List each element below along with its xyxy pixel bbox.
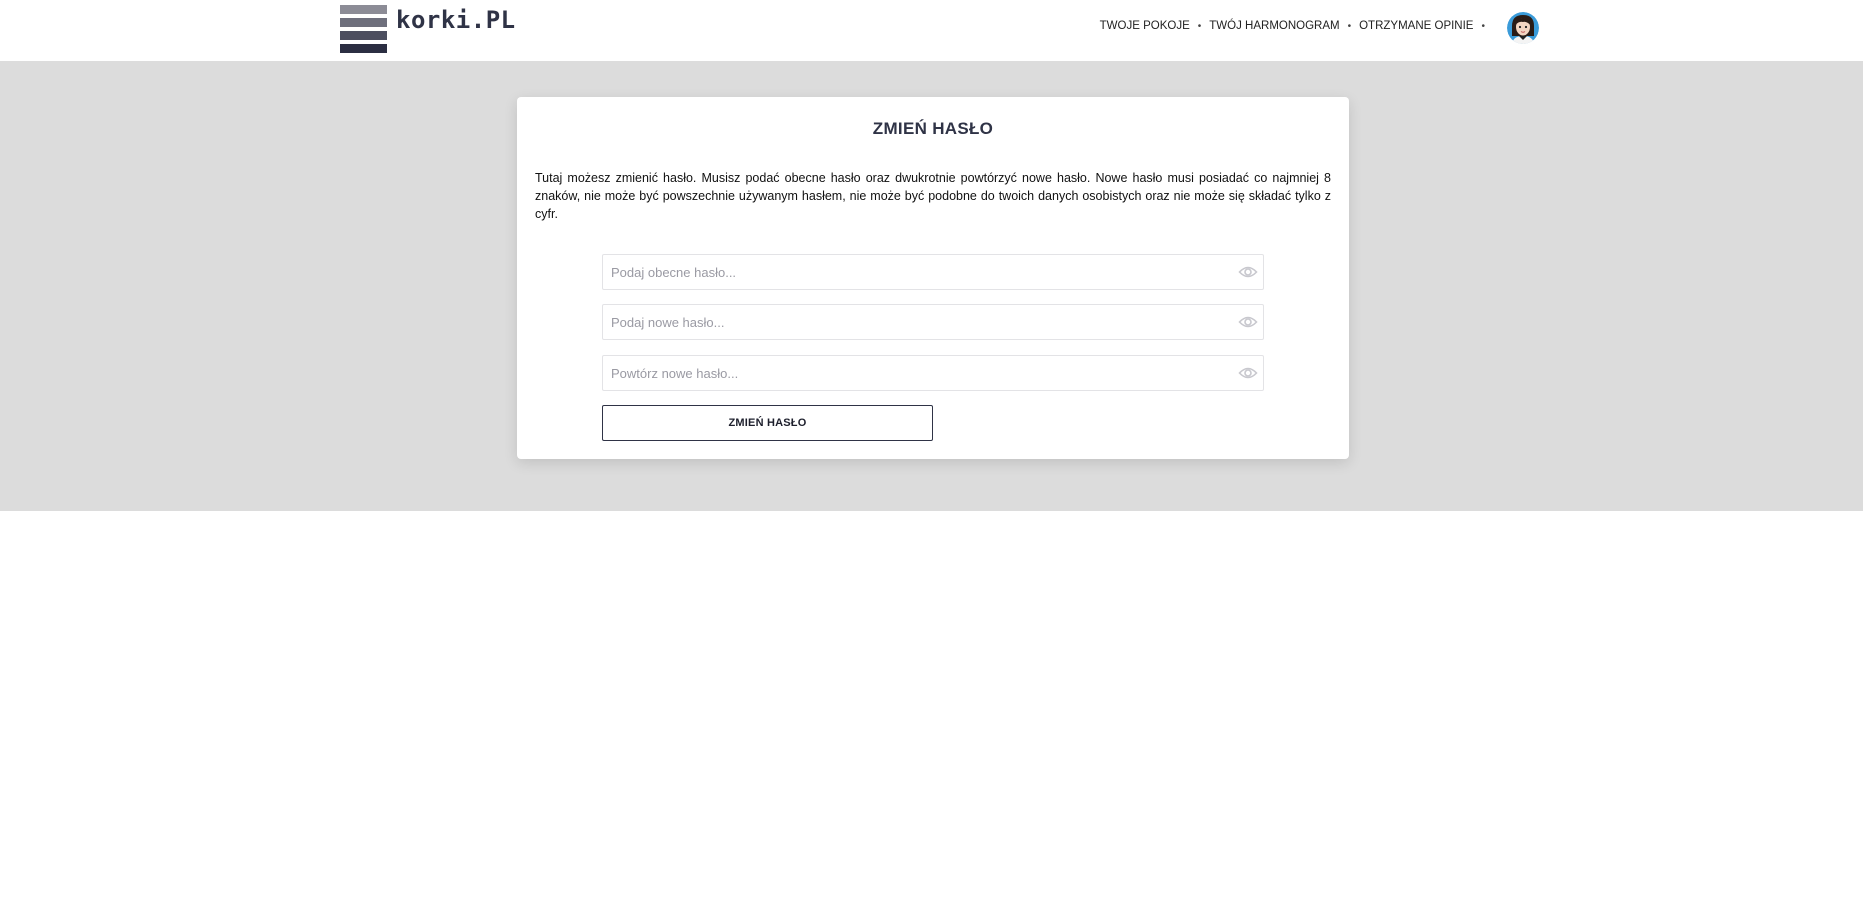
eye-icon[interactable]	[1238, 264, 1258, 280]
change-password-button[interactable]: ZMIEŃ HASŁO	[602, 405, 933, 441]
eye-icon[interactable]	[1238, 365, 1258, 381]
new-password-input[interactable]	[603, 305, 1223, 339]
nav-separator: •	[1481, 20, 1485, 32]
logo-text: korki.PL	[396, 6, 516, 34]
nav-item-rooms[interactable]: TWOJE POKOJE	[1100, 20, 1190, 32]
logo-icon	[340, 5, 387, 53]
current-password-field	[602, 254, 1264, 290]
new-password-field	[602, 304, 1264, 340]
repeat-password-input[interactable]	[603, 356, 1223, 390]
page-title: ZMIEŃ HASŁO	[872, 119, 994, 138]
nav-separator: •	[1347, 20, 1352, 32]
change-password-card: ZMIEŃ HASŁO Tutaj możesz zmienić hasło. …	[517, 97, 1349, 459]
current-password-input[interactable]	[603, 255, 1223, 289]
password-rules-text: Tutaj możesz zmienić hasło. Musisz podać…	[535, 171, 1331, 221]
main-nav: TWOJE POKOJE • TWÓJ HARMONOGRAM • OTRZYM…	[1100, 20, 1493, 32]
nav-separator: •	[1197, 20, 1202, 32]
eye-icon[interactable]	[1238, 314, 1258, 330]
nav-item-reviews[interactable]: OTRZYMANE OPINIE	[1359, 20, 1473, 32]
repeat-password-field	[602, 355, 1264, 391]
logo-link[interactable]: korki.PL	[340, 5, 516, 53]
user-avatar-icon[interactable]	[1507, 12, 1539, 44]
nav-item-schedule[interactable]: TWÓJ HARMONOGRAM	[1209, 20, 1339, 32]
site-header: korki.PL TWOJE POKOJE • TWÓJ HARMONOGRAM…	[0, 0, 1863, 61]
